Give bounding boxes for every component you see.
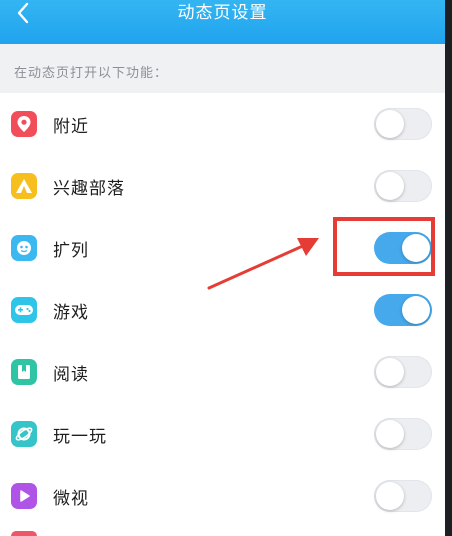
- toggle-knob: [376, 172, 404, 200]
- location-pin-icon: [11, 111, 37, 137]
- item-label: 附近: [53, 117, 89, 137]
- toggle-games[interactable]: [374, 294, 432, 326]
- list-item-play: 玩一玩: [0, 403, 445, 465]
- toggle-knob: [402, 296, 430, 324]
- toggle-nearby[interactable]: [374, 108, 432, 140]
- item-label: 扩列: [53, 241, 89, 261]
- header-bar: 动态页设置: [0, 0, 445, 44]
- annotation-highlight-box: [333, 217, 435, 276]
- play-icon: [11, 483, 37, 509]
- toggle-knob: [376, 358, 404, 386]
- list-item-reading: 阅读: [0, 341, 445, 403]
- list-item-nearby: 附近: [0, 93, 445, 155]
- toggle-knob: [376, 482, 404, 510]
- item-label: 阅读: [53, 365, 89, 385]
- item-label: 玩一玩: [53, 427, 107, 447]
- toggle-weishi[interactable]: [374, 480, 432, 512]
- feature-list: 附近 兴趣部落 扩列 游戏 阅读 玩一玩 微视: [0, 93, 445, 536]
- item-label: 微视: [53, 489, 89, 509]
- tent-icon: [11, 173, 37, 199]
- gamepad-icon: [11, 297, 37, 323]
- toggle-reading[interactable]: [374, 356, 432, 388]
- item-label: 兴趣部落: [53, 179, 125, 199]
- planet-icon: [11, 421, 37, 447]
- page-title: 动态页设置: [177, 3, 268, 23]
- section-caption: 在动态页打开以下功能：: [14, 66, 169, 81]
- toggle-interest-tribe[interactable]: [374, 170, 432, 202]
- toggle-play[interactable]: [374, 418, 432, 450]
- book-icon: [11, 359, 37, 385]
- item-label: 游戏: [53, 303, 89, 323]
- annotation-arrow-icon: [207, 238, 319, 290]
- screen-edge: [445, 0, 452, 536]
- list-item-weishi: 微视: [0, 465, 445, 527]
- toggle-knob: [376, 110, 404, 138]
- toggle-knob: [376, 420, 404, 448]
- chat-bubble-icon: [11, 235, 37, 261]
- next-item-icon-partial: [11, 531, 37, 536]
- list-item-interest-tribe: 兴趣部落: [0, 155, 445, 217]
